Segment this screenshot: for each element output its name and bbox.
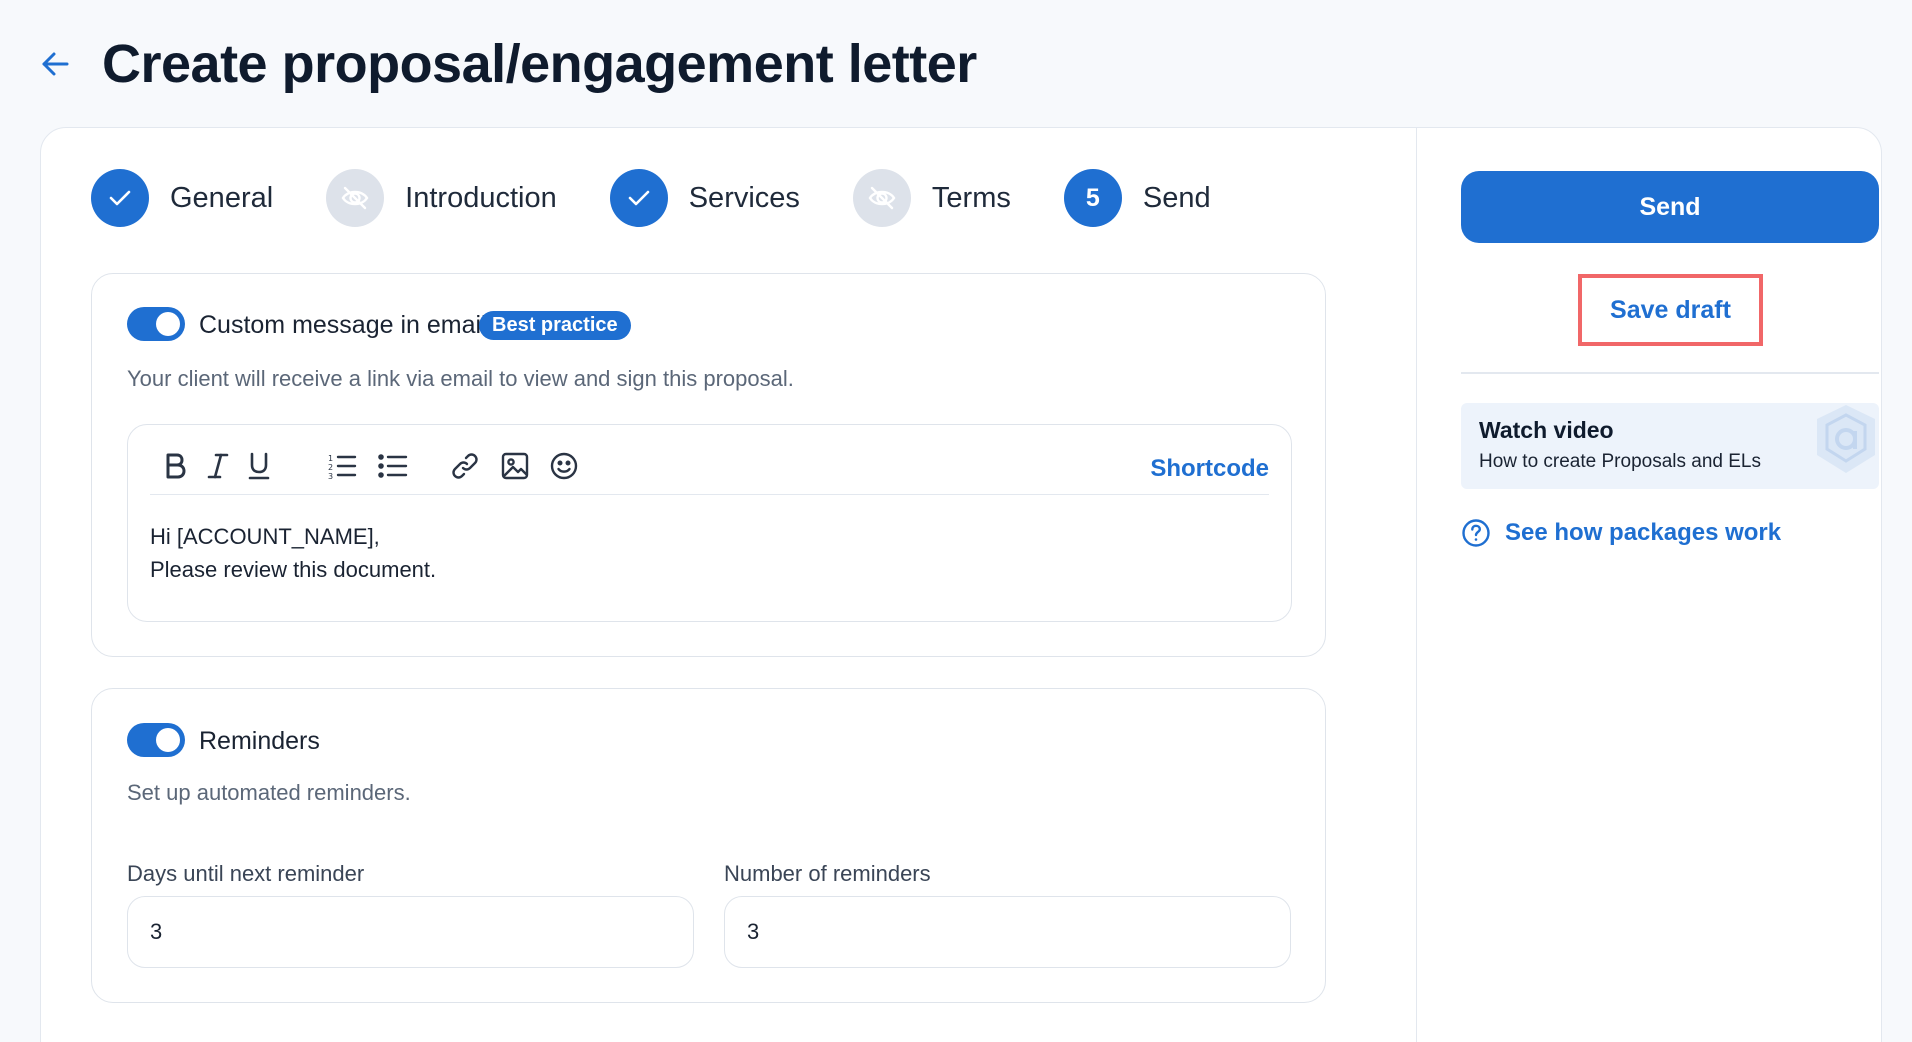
stepper: General Introduction Services Terms 5 Se… [91, 169, 1211, 227]
send-button[interactable]: Send [1461, 171, 1879, 243]
ordered-list-icon[interactable]: 123 [325, 449, 359, 483]
svg-text:3: 3 [328, 472, 333, 480]
bullet-list-icon[interactable] [376, 449, 410, 483]
check-icon [609, 169, 668, 227]
reminders-section: Reminders Set up automated reminders. Da… [91, 688, 1326, 1003]
bold-icon[interactable] [158, 449, 192, 483]
eye-off-icon [852, 169, 911, 227]
italic-icon[interactable] [201, 449, 235, 483]
step-label: General [170, 181, 274, 214]
custom-message-description: Your client will receive a link via emai… [127, 366, 794, 391]
underline-icon[interactable] [242, 449, 276, 483]
shortcode-button[interactable]: Shortcode [1150, 455, 1269, 483]
step-introduction[interactable]: Introduction [326, 169, 557, 227]
brand-logo-icon [1813, 403, 1879, 475]
video-title: Watch video [1479, 417, 1614, 443]
step-number: 5 [1063, 169, 1122, 227]
svg-text:2: 2 [328, 463, 333, 472]
page-header: Create proposal/engagement letter [38, 28, 977, 100]
message-line: Hi [ACCOUNT_NAME], [150, 524, 380, 549]
reminders-title: Reminders [199, 727, 320, 755]
check-icon [91, 169, 149, 227]
custom-message-section: Custom message in email Best practice Yo… [91, 273, 1326, 657]
message-line: Please review this document. [150, 557, 437, 582]
image-icon[interactable] [498, 449, 532, 483]
days-input[interactable]: 3 [127, 896, 694, 968]
step-services[interactable]: Services [609, 169, 800, 227]
custom-message-toggle[interactable] [127, 307, 185, 341]
step-send[interactable]: 5 Send [1063, 169, 1211, 227]
count-input[interactable]: 3 [724, 896, 1291, 968]
step-label: Send [1142, 181, 1211, 214]
help-link-label: See how packages work [1505, 519, 1782, 546]
reminders-toggle[interactable] [127, 723, 185, 757]
emoji-icon[interactable] [547, 449, 581, 483]
custom-message-title: Custom message in email [199, 311, 487, 339]
count-label: Number of reminders [724, 861, 931, 886]
step-terms[interactable]: Terms [852, 169, 1011, 227]
see-packages-link[interactable]: See how packages work [1461, 516, 1781, 550]
column-divider [1416, 128, 1417, 1042]
sidebar-divider [1461, 372, 1879, 374]
save-draft-button[interactable]: Save draft [1578, 274, 1763, 346]
main-card: General Introduction Services Terms 5 Se… [40, 127, 1882, 1042]
back-arrow-icon[interactable] [38, 47, 72, 81]
editor-body[interactable]: Hi [ACCOUNT_NAME], Please review this do… [150, 520, 436, 586]
step-general[interactable]: General [91, 169, 273, 227]
eye-off-icon [326, 169, 385, 227]
step-label: Services [688, 181, 800, 214]
days-label: Days until next reminder [127, 861, 365, 886]
best-practice-badge: Best practice [479, 311, 631, 340]
svg-text:1: 1 [328, 454, 333, 463]
step-label: Introduction [405, 181, 557, 214]
step-label: Terms [931, 181, 1011, 214]
message-editor[interactable]: 123 Shortcode Hi [ACCOUNT_NAME], Please … [127, 424, 1292, 622]
watch-video-card[interactable]: Watch video How to create Proposals and … [1461, 403, 1879, 489]
page-title: Create proposal/engagement letter [102, 34, 977, 94]
editor-toolbar: 123 Shortcode [150, 439, 1269, 495]
reminders-description: Set up automated reminders. [127, 780, 411, 805]
help-circle-icon [1461, 518, 1491, 548]
video-subtitle: How to create Proposals and ELs [1479, 451, 1761, 472]
link-icon[interactable] [448, 449, 482, 483]
